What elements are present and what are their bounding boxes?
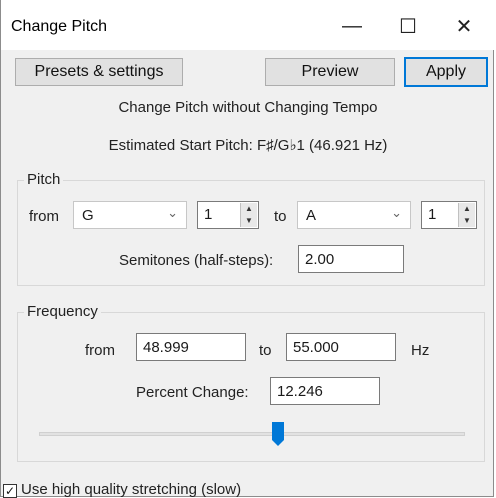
- to-note-combo[interactable]: A ⌄: [297, 201, 411, 229]
- pitch-from-label: from: [29, 208, 59, 225]
- window-title: Change Pitch: [11, 18, 108, 35]
- preview-label: Preview: [301, 63, 359, 80]
- frequency-group-label: Frequency: [24, 303, 101, 320]
- pitch-group-label: Pitch: [24, 171, 64, 188]
- change-pitch-dialog: Change Pitch — ☐ ✕ Presets & settings Pr…: [0, 0, 495, 498]
- frequency-from-field[interactable]: 48.999: [136, 333, 246, 361]
- frequency-to-field[interactable]: 55.000: [286, 333, 396, 361]
- spin-arrows[interactable]: ▲ ▼: [240, 203, 257, 227]
- presets-settings-label: Presets & settings: [34, 63, 164, 80]
- frequency-group: [17, 312, 485, 462]
- spin-up-icon[interactable]: ▲: [245, 205, 253, 213]
- close-button[interactable]: ✕: [441, 6, 487, 46]
- pitch-group: [17, 180, 485, 286]
- apply-button[interactable]: Apply: [404, 57, 488, 87]
- from-note-combo[interactable]: G ⌄: [73, 201, 187, 229]
- maximize-icon: ☐: [399, 15, 417, 38]
- high-quality-checkbox[interactable]: ✓: [3, 484, 17, 498]
- chevron-down-icon: ⌄: [391, 205, 402, 220]
- percent-change-label: Percent Change:: [136, 384, 249, 401]
- from-note-value: G: [82, 206, 94, 224]
- percent-change-slider[interactable]: [39, 432, 465, 436]
- minimize-button[interactable]: —: [329, 6, 375, 46]
- frequency-from-label: from: [85, 342, 115, 359]
- maximize-button[interactable]: ☐: [385, 6, 431, 46]
- pitch-to-label: to: [274, 208, 287, 225]
- presets-settings-button[interactable]: Presets & settings: [15, 58, 183, 86]
- preview-button[interactable]: Preview: [265, 58, 395, 86]
- from-octave-value: 1: [204, 206, 213, 223]
- percent-change-value: 12.246: [277, 382, 323, 400]
- frequency-from-value: 48.999: [143, 338, 189, 356]
- spin-up-icon[interactable]: ▲: [463, 205, 471, 213]
- high-quality-label: Use high quality stretching (slow): [21, 481, 242, 498]
- spin-down-icon[interactable]: ▼: [463, 217, 471, 225]
- percent-change-field[interactable]: 12.246: [270, 377, 380, 405]
- check-icon: ✓: [4, 484, 16, 498]
- chevron-down-icon: ⌄: [167, 205, 178, 220]
- semitones-field[interactable]: 2.00: [298, 245, 404, 273]
- to-octave-spinner[interactable]: 1 ▲ ▼: [421, 201, 477, 229]
- dialog-heading: Change Pitch without Changing Tempo: [118, 99, 378, 116]
- estimated-start-pitch: Estimated Start Pitch: F♯/G♭1 (46.921 Hz…: [108, 137, 388, 154]
- close-icon: ✕: [455, 15, 473, 38]
- semitones-value: 2.00: [305, 250, 335, 268]
- semitones-label: Semitones (half-steps):: [119, 252, 274, 269]
- slider-thumb[interactable]: [271, 422, 284, 446]
- apply-label: Apply: [425, 63, 467, 80]
- spin-down-icon[interactable]: ▼: [245, 217, 253, 225]
- minimize-icon: —: [342, 14, 362, 37]
- frequency-unit-label: Hz: [411, 342, 430, 359]
- to-octave-value: 1: [428, 206, 437, 223]
- from-octave-spinner[interactable]: 1 ▲ ▼: [197, 201, 259, 229]
- frequency-to-value: 55.000: [293, 338, 339, 356]
- to-note-value: A: [306, 206, 317, 224]
- frequency-to-label: to: [259, 342, 272, 359]
- title-bar: Change Pitch — ☐ ✕: [1, 0, 495, 50]
- spin-arrows[interactable]: ▲ ▼: [458, 203, 475, 227]
